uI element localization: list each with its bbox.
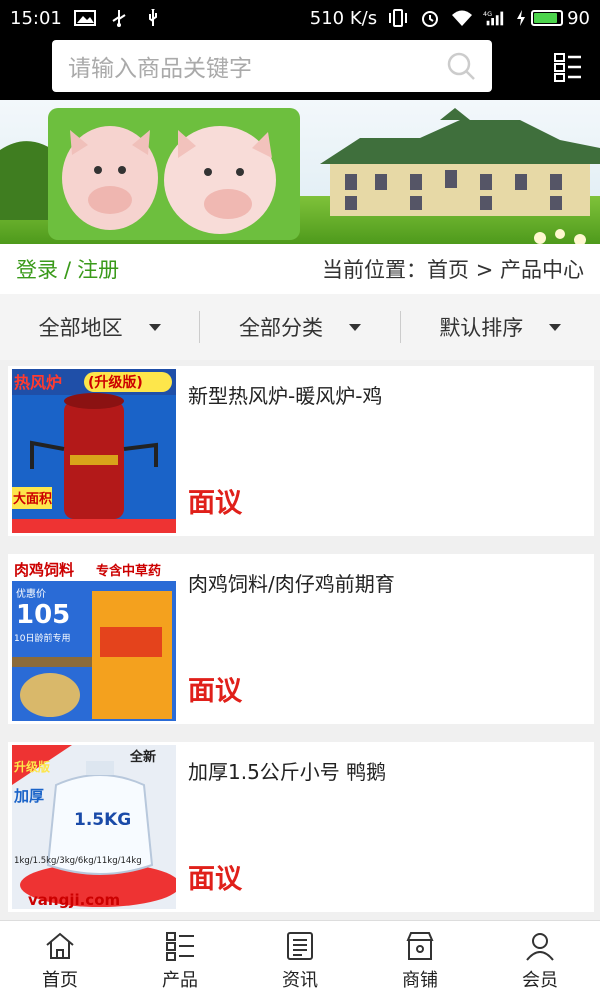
tab-products[interactable]: 产品: [120, 921, 240, 1000]
product-title[interactable]: 加厚1.5公斤小号 鸭鹅: [188, 756, 594, 785]
thumb-text: 优惠价: [16, 587, 46, 600]
thumb-text: 10日龄前专用: [14, 632, 70, 644]
filter-label: 全部分类: [238, 316, 323, 340]
breadcrumb-home[interactable]: 首页: [427, 258, 469, 282]
usb-icon: [112, 10, 126, 27]
filter-sort[interactable]: 默认排序: [399, 311, 600, 343]
status-bar: 15:01 510 K/s 4G 90: [0, 0, 600, 36]
breadcrumb-prefix: 当前位置：: [322, 258, 428, 282]
tab-label: 首页: [42, 969, 78, 991]
filter-label: 默认排序: [439, 316, 524, 340]
thumb-text: 加厚: [13, 787, 44, 805]
tab-news[interactable]: 资讯: [240, 921, 360, 1000]
tab-shop[interactable]: 商铺: [360, 921, 480, 1000]
thumb-text: 升级版: [14, 759, 50, 774]
thumb-text: 全新: [129, 749, 156, 765]
tab-home[interactable]: 首页: [0, 921, 120, 1000]
filter-region[interactable]: 全部地区: [0, 311, 199, 343]
list-menu-icon[interactable]: [554, 52, 582, 82]
product-title[interactable]: 新型热风炉-暖风炉-鸡: [188, 380, 594, 409]
product-info: 新型热风炉-暖风炉-鸡 面议: [176, 366, 594, 536]
tab-label: 产品: [162, 969, 198, 991]
account-separator: /: [64, 258, 72, 282]
product-card[interactable]: 热风炉 (升级版) 大面积 新型热风炉-暖风炉-鸡 面议: [8, 366, 594, 536]
member-icon: [526, 932, 554, 961]
register-link[interactable]: 注册: [77, 258, 119, 282]
thumb-text: 热风炉: [14, 373, 62, 392]
thumb-text: 1.5KG: [74, 810, 131, 830]
thumb-text: vangji.com: [28, 891, 120, 909]
header: 请输入商品关键字: [0, 36, 600, 100]
vibrate-icon: [389, 9, 408, 27]
usb-icon: [148, 9, 157, 26]
shop-icon: [406, 931, 434, 960]
account-links: 登录 / 注册: [16, 254, 119, 284]
wifi-icon: [452, 10, 473, 26]
product-thumbnail[interactable]: 肉鸡饲料 专含中草药 优惠价 105 10日龄前专用: [12, 557, 176, 721]
filter-category[interactable]: 全部分类: [199, 311, 399, 343]
caret-down-icon: [148, 323, 161, 331]
product-info: 肉鸡饲料/肉仔鸡前期育 面议: [176, 554, 594, 724]
tab-label: 会员: [522, 969, 558, 991]
breadcrumb: 当前位置：首页 > 产品中心: [322, 254, 584, 284]
product-info: 加厚1.5公斤小号 鸭鹅 面议: [176, 742, 594, 912]
thumb-text: 肉鸡饲料: [14, 561, 74, 579]
banner-image[interactable]: [0, 100, 600, 244]
status-time: 15:01: [10, 7, 62, 29]
search-icon[interactable]: [446, 51, 476, 81]
search-input[interactable]: 请输入商品关键字: [52, 40, 492, 92]
thumb-text: 1kg/1.5kg/3kg/6kg/11kg/14kg: [14, 856, 142, 866]
charging-icon: [517, 10, 526, 26]
product-thumbnail[interactable]: 热风炉 (升级版) 大面积: [12, 369, 176, 533]
product-price: 面议: [188, 488, 242, 519]
battery-icon: [531, 10, 564, 26]
search-placeholder: 请输入商品关键字: [68, 56, 252, 82]
tab-label: 商铺: [402, 969, 438, 991]
image-icon: [73, 10, 96, 26]
filter-bar: 全部地区 全部分类 默认排序: [0, 294, 600, 360]
bottom-tab-bar: 首页 产品 资讯 商铺 会员: [0, 920, 600, 1000]
thumb-text: (升级版): [88, 374, 143, 391]
caret-down-icon: [549, 323, 562, 331]
news-icon: [287, 931, 313, 960]
product-price: 面议: [188, 864, 242, 895]
thumb-text: 105: [16, 600, 70, 630]
location-bar: 登录 / 注册 当前位置：首页 > 产品中心: [0, 244, 600, 294]
net-speed: 510 K/s: [309, 7, 378, 29]
network-type: 4G: [483, 10, 492, 18]
product-card[interactable]: 升级版 全新 加厚 1.5KG 1kg/1.5kg/3kg/6kg/11kg/1…: [8, 742, 594, 912]
login-link[interactable]: 登录: [16, 258, 58, 282]
tab-label: 资讯: [282, 969, 318, 991]
product-list-icon: [166, 931, 194, 961]
battery-level: 90: [567, 7, 590, 29]
product-price: 面议: [188, 676, 242, 707]
product-title[interactable]: 肉鸡饲料/肉仔鸡前期育: [188, 568, 594, 597]
home-icon: [46, 932, 74, 959]
signal-icon: 4G: [483, 10, 504, 26]
breadcrumb-current: 产品中心: [500, 258, 584, 282]
product-card[interactable]: 肉鸡饲料 专含中草药 优惠价 105 10日龄前专用 肉鸡饲料/肉仔鸡前期育 面…: [8, 554, 594, 724]
product-thumbnail[interactable]: 升级版 全新 加厚 1.5KG 1kg/1.5kg/3kg/6kg/11kg/1…: [12, 745, 176, 909]
tab-member[interactable]: 会员: [480, 921, 600, 1000]
caret-down-icon: [348, 323, 361, 331]
filter-label: 全部地区: [38, 316, 123, 340]
alarm-icon: [422, 11, 439, 27]
thumb-text: 专含中草药: [96, 563, 161, 579]
thumb-text: 大面积: [13, 491, 52, 507]
battery: 90: [515, 8, 590, 29]
breadcrumb-arrow: >: [475, 258, 494, 282]
